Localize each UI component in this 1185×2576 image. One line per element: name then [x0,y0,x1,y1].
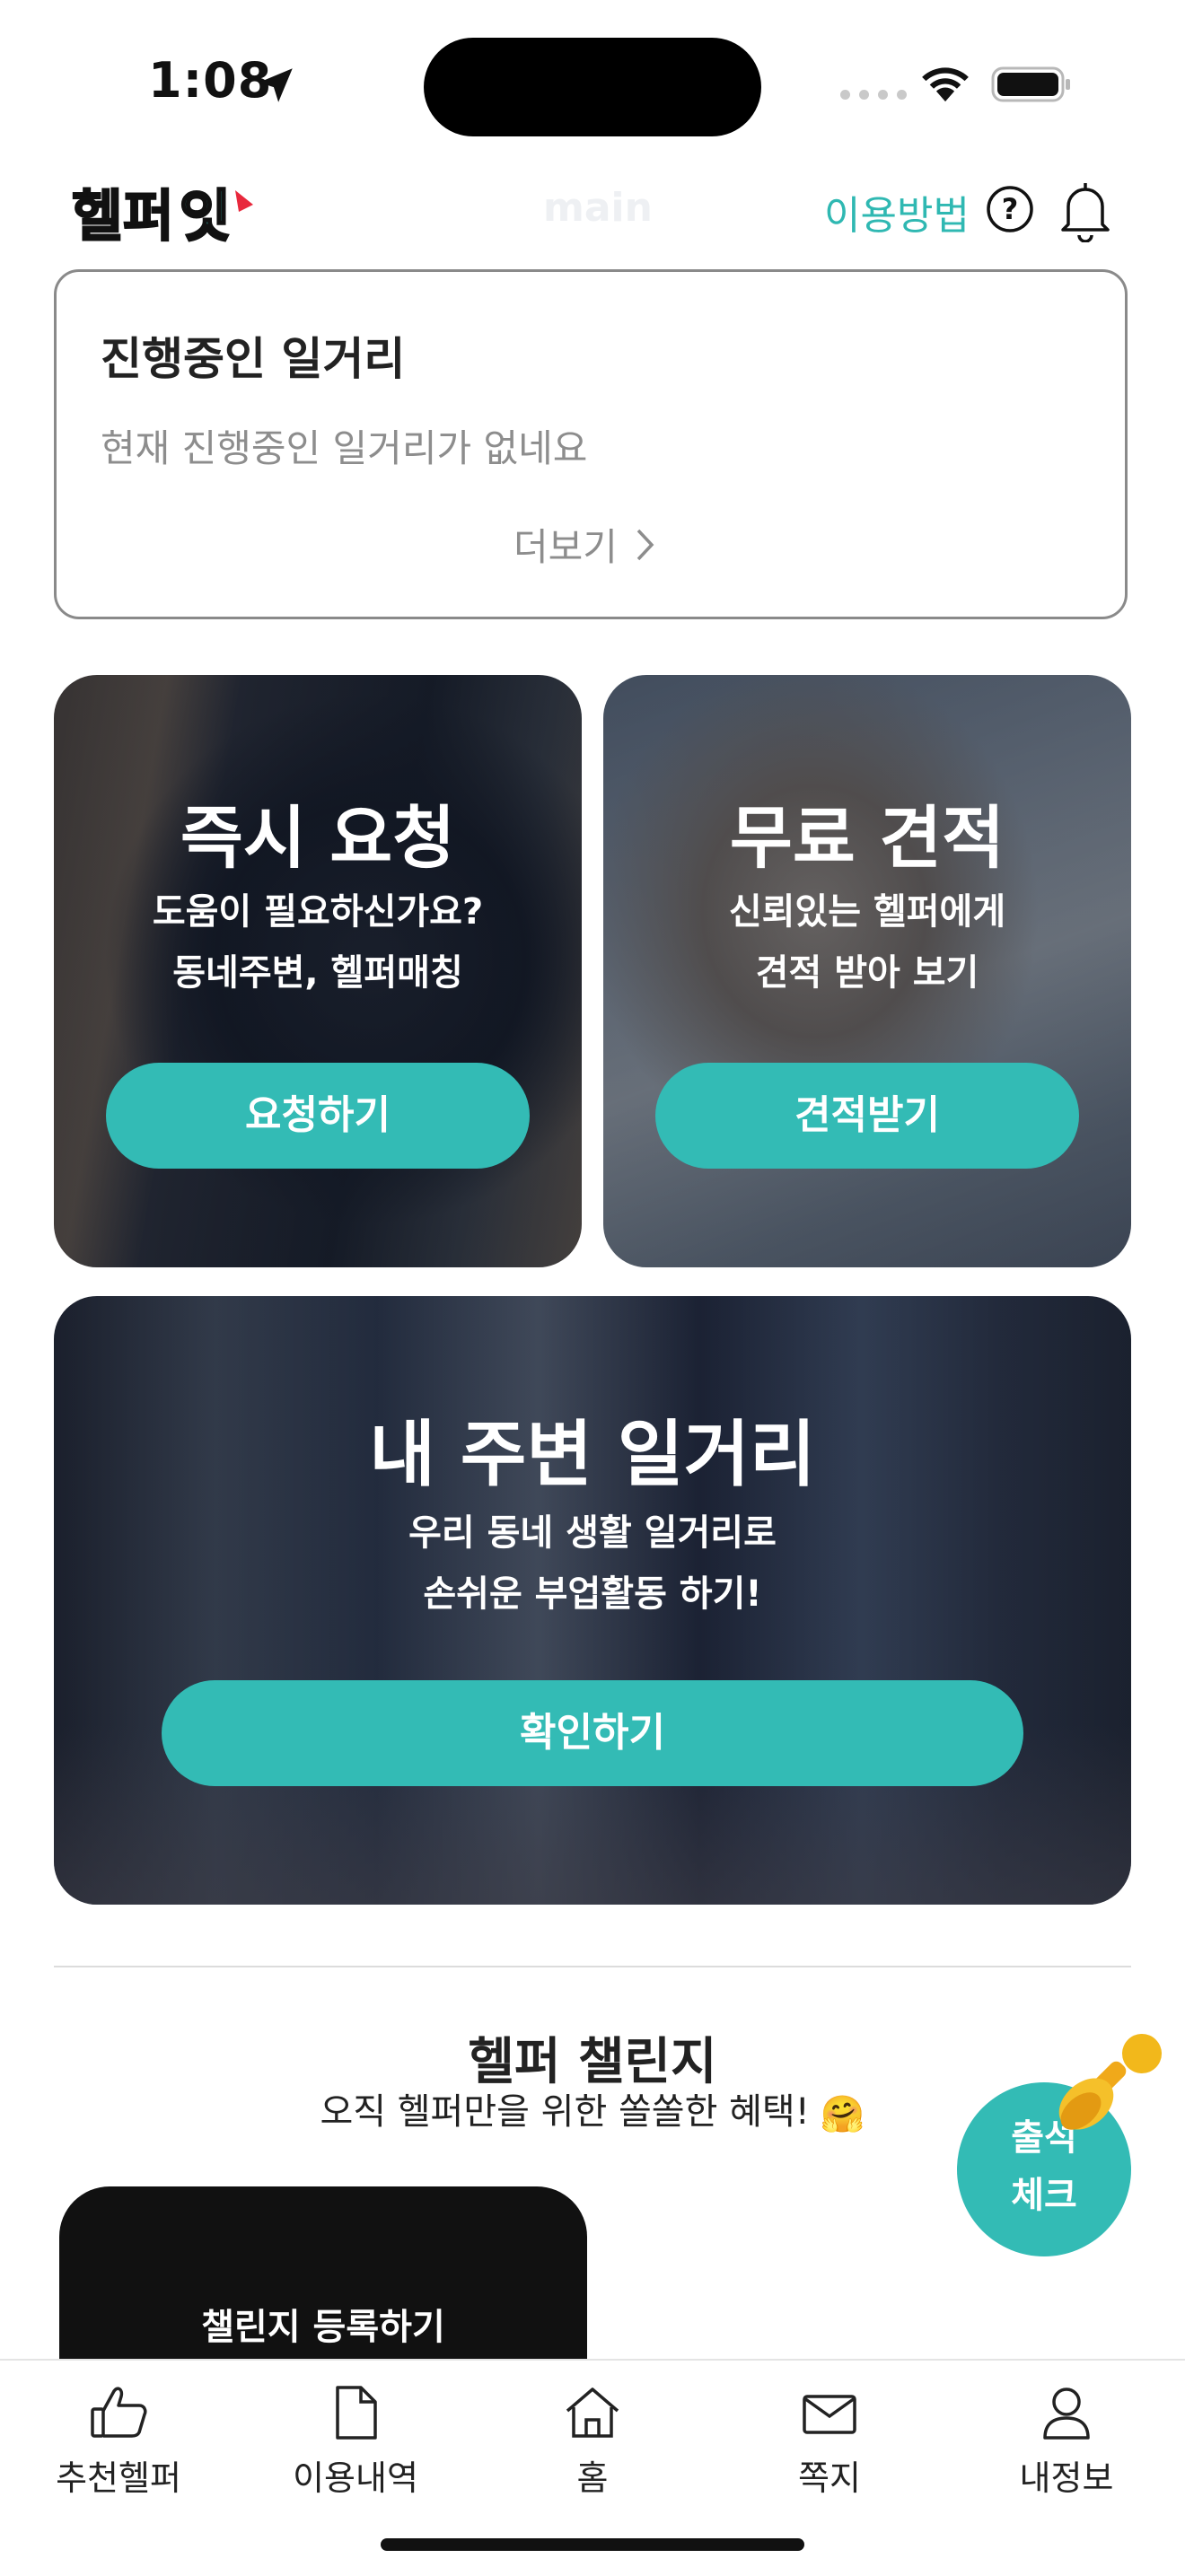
mail-icon [803,2395,856,2434]
person-icon [1043,2388,1090,2440]
attendance-line2: 체크 [1011,2175,1077,2216]
nearby-jobs-line1: 우리 동네 생활 일거리로 [408,1512,777,1554]
nav-home[interactable]: 홈 [503,2384,682,2500]
nearby-jobs-card[interactable]: 내 주변 일거리 우리 동네 생활 일거리로 손쉬운 부업활동 하기! 확인하기 [54,1296,1131,1905]
nav-recommended-helper[interactable]: 추천헬퍼 [29,2384,208,2500]
home-icon [566,2388,619,2438]
thumbs-up-icon [91,2387,147,2438]
svg-text:잇: 잇 [180,183,231,249]
free-quote-line1: 신뢰있는 헬퍼에게 [728,891,1006,933]
more-link-label: 더보기 [514,525,618,569]
cellular-signal-icon [840,90,908,104]
home-indicator [381,2538,804,2551]
nav-label-recommended: 추천헬퍼 [56,2458,181,2498]
free-quote-title: 무료 견적 [729,798,1005,878]
more-link[interactable]: 더보기 [514,517,657,572]
document-icon [336,2386,377,2440]
nearby-jobs-line2: 손쉬운 부업활동 하기! [423,1573,762,1615]
location-arrow-icon [259,68,293,102]
nav-label-messages: 쪽지 [798,2458,861,2498]
howto-link[interactable]: 이용방법 [824,183,970,241]
request-button[interactable]: 요청하기 [106,1063,530,1169]
instant-request-line1: 도움이 필요하신가요? [152,891,484,933]
hugging-face-icon: 🤗 [820,2093,865,2135]
ongoing-jobs-title: 진행중인 일거리 [101,333,406,385]
stamp-icon [1058,2034,1162,2130]
svg-text:헬퍼: 헬퍼 [72,183,174,249]
nav-usage-history[interactable]: 이용내역 [266,2384,445,2500]
get-quote-button[interactable]: 견적받기 [655,1063,1079,1169]
free-quote-card[interactable]: 무료 견적 신뢰있는 헬퍼에게 견적 받아 보기 견적받기 [603,675,1131,1267]
nav-label-home: 홈 [576,2458,609,2498]
ongoing-jobs-empty-message: 현재 진행중인 일거리가 없네요 [101,426,588,470]
page-ghost-title: main [543,185,653,231]
battery-icon [991,66,1070,102]
nav-label-my-info: 내정보 [1019,2458,1114,2498]
chevron-right-icon [636,529,654,560]
section-divider [54,1966,1131,1967]
instant-request-title: 즉시 요청 [180,798,456,878]
challenge-subtitle-text: 오직 헬퍼만을 위한 쏠쏠한 혜택! [320,2091,810,2133]
app-logo: 헬퍼 잇 [71,182,253,250]
bell-icon[interactable] [1056,180,1115,242]
instant-request-line2: 동네주변, 헬퍼매칭 [172,952,463,994]
instant-request-card[interactable]: 즉시 요청 도움이 필요하신가요? 동네주변, 헬퍼매칭 요청하기 [54,675,582,1267]
free-quote-line2: 견적 받아 보기 [755,952,979,994]
nav-label-history: 이용내역 [293,2458,418,2498]
nav-my-info[interactable]: 내정보 [977,2384,1156,2500]
nav-messages[interactable]: 쪽지 [740,2384,919,2500]
check-button[interactable]: 확인하기 [162,1680,1023,1786]
nearby-jobs-title: 내 주변 일거리 [369,1413,816,1496]
svg-text:?: ? [1002,192,1019,226]
dynamic-island [424,38,761,136]
challenge-register-label[interactable]: 챌린지 등록하기 [59,2298,587,2350]
wifi-icon [922,67,969,102]
help-circle-icon[interactable]: ? [986,185,1034,233]
